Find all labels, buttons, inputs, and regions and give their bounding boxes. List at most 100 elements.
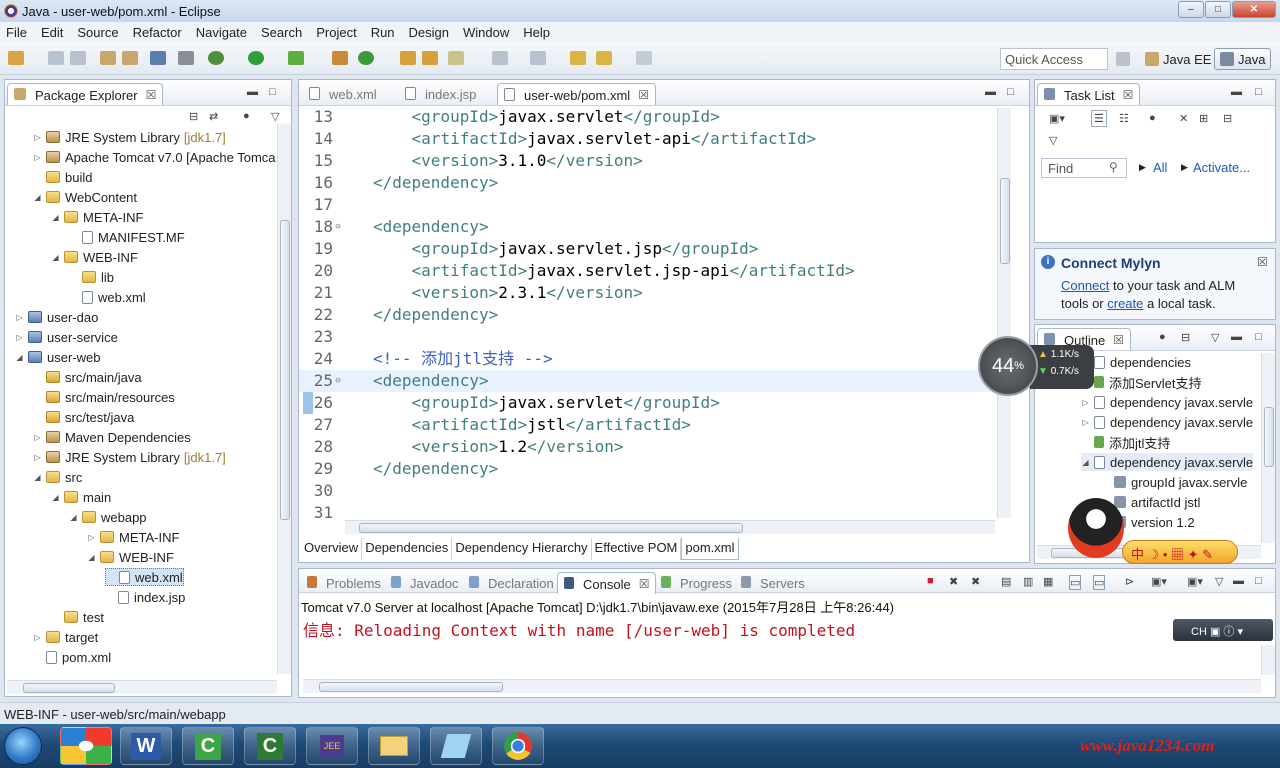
tree-item[interactable]: MANIFEST.MF bbox=[69, 228, 185, 246]
tab-dependencies[interactable]: Dependencies bbox=[362, 538, 453, 560]
outline-item[interactable]: groupId javax.servle bbox=[1101, 473, 1247, 491]
tab-effective-pom[interactable]: Effective POM bbox=[592, 538, 682, 560]
back-icon[interactable] bbox=[596, 51, 612, 65]
code-line[interactable]: 18 ⊖ <dependency> bbox=[299, 216, 995, 238]
tab-overview[interactable]: Overview bbox=[301, 538, 363, 560]
prev-annotation-icon[interactable] bbox=[530, 51, 546, 65]
minimize-view-icon[interactable]: ▬ bbox=[1233, 575, 1244, 587]
tree-item[interactable]: ◢ WEB-INF bbox=[51, 248, 137, 266]
tree-item[interactable]: ◢ WebContent bbox=[33, 188, 137, 206]
word-wrap-icon[interactable]: ▦ bbox=[1043, 575, 1053, 588]
publish-icon[interactable] bbox=[122, 51, 138, 65]
menu-edit[interactable]: Edit bbox=[41, 25, 63, 40]
tree-item[interactable]: ◢ webapp bbox=[69, 508, 146, 526]
collapse-icon[interactable]: ⊞ bbox=[1199, 112, 1208, 125]
tab-web-xml[interactable]: web.xml bbox=[303, 83, 383, 105]
menu-file[interactable]: File bbox=[6, 25, 27, 40]
view-menu-icon[interactable]: ▽ bbox=[271, 110, 279, 123]
tree-item[interactable]: ▷ JRE System Library [jdk1.7] bbox=[33, 128, 225, 146]
close-icon[interactable]: ☒ bbox=[638, 88, 649, 102]
expand-arrow-icon[interactable]: ◢ bbox=[1081, 458, 1090, 467]
app-launcher-icon[interactable] bbox=[60, 727, 112, 765]
remove-launch-icon[interactable]: ✖ bbox=[949, 575, 958, 588]
pin-console-icon[interactable]: ⊳ bbox=[1125, 575, 1134, 588]
chrome-icon[interactable] bbox=[492, 727, 544, 765]
tree-item[interactable]: build bbox=[33, 168, 92, 186]
tab-problems[interactable]: Problems bbox=[301, 572, 387, 594]
maximize-view-icon[interactable]: □ bbox=[1255, 86, 1262, 98]
tree-item[interactable]: web.xml bbox=[105, 568, 184, 586]
tree-item[interactable]: ▷ user-dao bbox=[15, 308, 98, 326]
code-line[interactable]: 22 </dependency> bbox=[299, 304, 995, 326]
tree-item[interactable]: web.xml bbox=[69, 288, 146, 306]
minimize-view-icon[interactable]: ▬ bbox=[985, 86, 996, 98]
tab-progress[interactable]: Progress bbox=[655, 572, 738, 594]
menu-help[interactable]: Help bbox=[523, 25, 550, 40]
tab-pom-source[interactable]: pom.xml bbox=[681, 538, 739, 560]
clear-console-icon[interactable]: ▤ bbox=[1001, 575, 1011, 588]
scroll-thumb[interactable] bbox=[359, 523, 743, 533]
menu-source[interactable]: Source bbox=[77, 25, 118, 40]
maximize-view-icon[interactable]: □ bbox=[1255, 331, 1262, 343]
new-icon[interactable] bbox=[8, 51, 24, 65]
word-icon[interactable]: W bbox=[120, 727, 172, 765]
tab-index-jsp[interactable]: index.jsp bbox=[399, 83, 482, 105]
code-line[interactable]: 17 bbox=[299, 194, 995, 216]
code-line[interactable]: 20 <artifactId>javax.servlet.jsp-api</ar… bbox=[299, 260, 995, 282]
view-menu-icon[interactable]: ▽ bbox=[1049, 134, 1057, 147]
tab-servers[interactable]: Servers bbox=[735, 572, 811, 594]
scheduled-icon[interactable]: ☷ bbox=[1119, 112, 1129, 125]
last-edit-icon[interactable] bbox=[570, 51, 586, 65]
close-icon[interactable]: ☒ bbox=[1113, 333, 1124, 347]
expand-arrow-icon[interactable]: ▷ bbox=[33, 453, 42, 462]
expand-icon[interactable]: ⊟ bbox=[1223, 112, 1232, 125]
fold-toggle-icon[interactable]: ⊖ bbox=[333, 370, 343, 392]
tree-item[interactable]: ▷ META-INF bbox=[87, 528, 179, 546]
menu-design[interactable]: Design bbox=[409, 25, 449, 40]
tab-declaration[interactable]: Declaration bbox=[463, 572, 560, 594]
tab-package-explorer[interactable]: Package Explorer ☒ bbox=[7, 83, 164, 105]
scroll-thumb[interactable] bbox=[280, 220, 290, 520]
quick-access-input[interactable]: Quick Access bbox=[1000, 48, 1108, 70]
collapse-arrow-icon[interactable]: ◢ bbox=[51, 493, 60, 502]
collapse-arrow-icon[interactable]: ◢ bbox=[87, 553, 96, 562]
search-icon[interactable] bbox=[448, 51, 464, 65]
code-line[interactable]: 29 </dependency> bbox=[299, 458, 995, 480]
outline-item[interactable]: ▷ dependency javax.servle bbox=[1081, 413, 1253, 431]
tree-item[interactable]: ◢ META-INF bbox=[51, 208, 143, 226]
show-on-output-icon[interactable]: ▭ bbox=[1069, 575, 1082, 590]
maximize-view-icon[interactable]: □ bbox=[1007, 86, 1014, 98]
save-icon[interactable] bbox=[48, 51, 64, 65]
expand-arrow-icon[interactable]: ▷ bbox=[1081, 418, 1090, 427]
display-console-icon[interactable]: ▣▾ bbox=[1151, 575, 1167, 588]
minimize-view-icon[interactable]: ▬ bbox=[1231, 331, 1242, 343]
tree-item[interactable]: ◢ src bbox=[33, 468, 82, 486]
code-line[interactable]: 24 <!-- 添加jtl支持 --> bbox=[299, 348, 995, 370]
expand-arrow-icon[interactable]: ▷ bbox=[33, 133, 42, 142]
expand-arrow-icon[interactable]: ▷ bbox=[1081, 398, 1090, 407]
camtasia-studio-icon[interactable]: C bbox=[244, 727, 296, 765]
tree-item[interactable]: ◢ WEB-INF bbox=[87, 548, 173, 566]
qq-penguin-icon[interactable] bbox=[1068, 498, 1124, 558]
collapse-all-icon[interactable]: ⊟ bbox=[189, 110, 198, 123]
close-icon[interactable]: ☒ bbox=[639, 577, 650, 591]
collapse-arrow-icon[interactable]: ◢ bbox=[15, 353, 24, 362]
outline-item[interactable]: dependencies bbox=[1081, 353, 1191, 371]
code-line[interactable]: 27 <artifactId>jstl</artifactId> bbox=[299, 414, 995, 436]
print-icon[interactable] bbox=[100, 51, 116, 65]
open-perspective-icon[interactable] bbox=[1116, 52, 1130, 66]
sync-icon[interactable]: ✕ bbox=[1179, 112, 1188, 125]
windows-start-button[interactable] bbox=[4, 727, 42, 765]
menu-navigate[interactable]: Navigate bbox=[196, 25, 247, 40]
scroll-thumb[interactable] bbox=[319, 682, 503, 692]
expand-arrow-icon[interactable]: ▷ bbox=[33, 633, 42, 642]
code-line[interactable]: 19 <groupId>javax.servlet.jsp</groupId> bbox=[299, 238, 995, 260]
menu-search[interactable]: Search bbox=[261, 25, 302, 40]
activate-link[interactable]: Activate... bbox=[1193, 160, 1250, 175]
focus-task-icon[interactable]: ● bbox=[243, 110, 250, 122]
code-line[interactable]: 15 <version>3.1.0</version> bbox=[299, 150, 995, 172]
notepad-icon[interactable] bbox=[430, 727, 482, 765]
view-menu-icon[interactable]: ▽ bbox=[1211, 331, 1219, 344]
forward-icon[interactable] bbox=[636, 51, 652, 65]
horizontal-scrollbar[interactable] bbox=[7, 680, 277, 694]
